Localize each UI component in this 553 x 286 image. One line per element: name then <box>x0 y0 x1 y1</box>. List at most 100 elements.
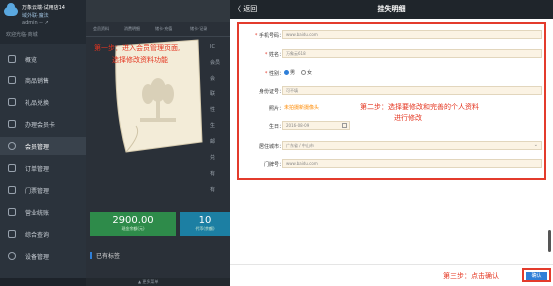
cloud-logo-icon <box>4 3 18 16</box>
more-menu-label[interactable]: ▲ 更多菜单 <box>138 279 158 285</box>
sidebar-item-orders[interactable]: 订单管理 <box>0 159 86 177</box>
store-name: 万象云端·试用店14 <box>22 5 65 11</box>
name-field[interactable]: 万象云618 <box>282 49 542 58</box>
step2-annotation-line1: 第二步：选择要修改和完善的个人资料 <box>360 103 479 111</box>
cart-icon <box>8 76 16 84</box>
sidebar-item-label: 综合查询 <box>25 232 50 239</box>
birthday-field[interactable]: 2016-08-09 <box>282 121 350 130</box>
divider <box>86 36 230 37</box>
sidebar-item-devices[interactable]: 设备管理 <box>0 247 86 265</box>
panel-titlebar: 挂失明细 〈 返回 <box>230 0 553 19</box>
name-label: * 姓名： <box>264 52 284 58</box>
gender-male-label: 男 <box>290 70 296 76</box>
chart-icon <box>8 55 16 63</box>
tag-section: 已有标签 <box>86 248 230 262</box>
id-card-field[interactable]: 可不填 <box>282 86 542 95</box>
sidebar-item-query[interactable]: 综合查询 <box>0 225 86 243</box>
token-card: 10 代币(余额) <box>180 212 230 236</box>
radio-selected-icon <box>284 70 289 75</box>
sidebar-item-label: 办理会员卡 <box>25 122 56 129</box>
sidebar-item-label: 营业统账 <box>25 210 50 217</box>
panel-title: 挂失明细 <box>377 5 406 13</box>
token-label: 代币(余额) <box>195 226 215 231</box>
search-icon <box>8 230 16 238</box>
more-menu-bar[interactable]: ▲ 更多菜单 <box>86 278 230 286</box>
tab-member-info[interactable]: 会员资料 <box>93 26 109 36</box>
store-subtitle: 域外联·魔法 <box>22 13 49 19</box>
card-icon <box>8 120 16 128</box>
sidebar-footer <box>0 278 86 286</box>
phone-label: * 手机号码： <box>254 33 284 39</box>
form-highlight-box <box>237 22 546 180</box>
photo-label: 照片： <box>268 106 284 112</box>
gender-female-radio[interactable]: 女 <box>301 69 312 76</box>
balance-value: 2900.00 <box>112 215 154 226</box>
gender-label: * 性别： <box>264 71 284 77</box>
info-label: IC <box>210 44 215 50</box>
door-label: 门牌号： <box>263 162 284 168</box>
confirm-button-highlight: 确认 <box>522 268 551 282</box>
user-icon <box>8 142 16 150</box>
city-select[interactable]: 广东省 / 中山市 ⌄ <box>282 141 542 150</box>
step3-annotation: 第三步：点击确认 <box>443 272 499 280</box>
token-value: 10 <box>198 215 212 226</box>
sidebar-item-label: 商品销售 <box>25 78 50 85</box>
sidebar-item-member-card[interactable]: 办理会员卡 <box>0 115 86 133</box>
gift-icon <box>8 98 16 106</box>
info-label: 会员 <box>210 60 221 66</box>
chevron-down-icon: ⌄ <box>533 142 538 148</box>
calendar-icon[interactable] <box>342 123 347 128</box>
sidebar-item-label: 概览 <box>25 57 38 64</box>
phone-label-text: 手机号码： <box>258 33 284 39</box>
radio-empty-icon <box>301 70 306 75</box>
gear-icon <box>8 252 16 260</box>
tab-records[interactable]: 储卡·记录 <box>190 26 207 36</box>
tab-consumption[interactable]: 消费明细 <box>124 26 140 36</box>
city-value: 广东省 / 中山市 <box>286 143 314 148</box>
balance-label: 现金余额(元) <box>121 226 145 231</box>
gender-male-radio[interactable]: 男 <box>284 69 295 76</box>
door-field[interactable]: www.baidu.com <box>282 159 542 168</box>
step1-annotation-line1: 第一步：进入会员管理页面, <box>94 44 181 52</box>
step2-annotation-line2: 进行修改 <box>394 114 422 122</box>
confirm-button[interactable]: 确认 <box>526 272 547 280</box>
gender-female-label: 女 <box>307 70 313 76</box>
user-account[interactable]: admin -- ↗ <box>22 20 49 26</box>
section-marker <box>90 252 92 259</box>
phone-field[interactable]: www.baidu.com <box>282 30 542 39</box>
info-label: 兑 <box>210 155 216 161</box>
sidebar-item-label: 门票管理 <box>25 188 50 195</box>
member-header <box>86 0 230 22</box>
divider <box>230 264 553 265</box>
city-label: 居住城市： <box>258 144 284 150</box>
info-label: 有 <box>210 171 216 177</box>
info-label: 联 <box>210 91 216 97</box>
tab-recharge[interactable]: 储卡·充值 <box>155 26 172 36</box>
sidebar-item-tickets[interactable]: 门票管理 <box>0 181 86 199</box>
back-button[interactable]: 〈 返回 <box>234 4 257 14</box>
info-label: 会 <box>210 76 216 82</box>
info-label: 性 <box>210 107 216 113</box>
scrollbar[interactable] <box>548 230 551 252</box>
balance-card: 2900.00 现金余额(元) <box>90 212 176 236</box>
photo-upload-link[interactable]: 未拍摄新摄像头 <box>284 104 319 111</box>
sidebar-item-member-manage[interactable]: 会员管理 <box>0 137 86 155</box>
order-icon <box>8 164 16 172</box>
sidebar-item-gift[interactable]: 礼品兑换 <box>0 93 86 111</box>
info-label: 有 <box>210 187 216 193</box>
sidebar-item-business[interactable]: 营业统账 <box>0 203 86 221</box>
sidebar-item-label: 设备管理 <box>25 254 50 261</box>
sidebar-item-sales[interactable]: 商品销售 <box>0 71 86 89</box>
sidebar-item-label: 会员管理 <box>25 144 50 151</box>
step1-annotation-line2: 选择修改资料功能 <box>112 56 168 64</box>
stats-icon <box>8 208 16 216</box>
welcome-text: 欢迎光临·商城 <box>6 32 38 38</box>
info-label: 邮 <box>210 139 216 145</box>
info-label: 生 <box>210 123 216 129</box>
gender-label-text: 性别： <box>268 71 284 77</box>
brand-header: 万象云端·试用店14 域外联·魔法 admin -- ↗ 欢迎光临·商城 <box>0 0 86 44</box>
ticket-icon <box>8 186 16 194</box>
sidebar-item-overview[interactable]: 概览 <box>0 50 86 68</box>
id-card-label: 身份证号： <box>258 89 284 95</box>
birthday-label: 生日： <box>268 124 284 130</box>
